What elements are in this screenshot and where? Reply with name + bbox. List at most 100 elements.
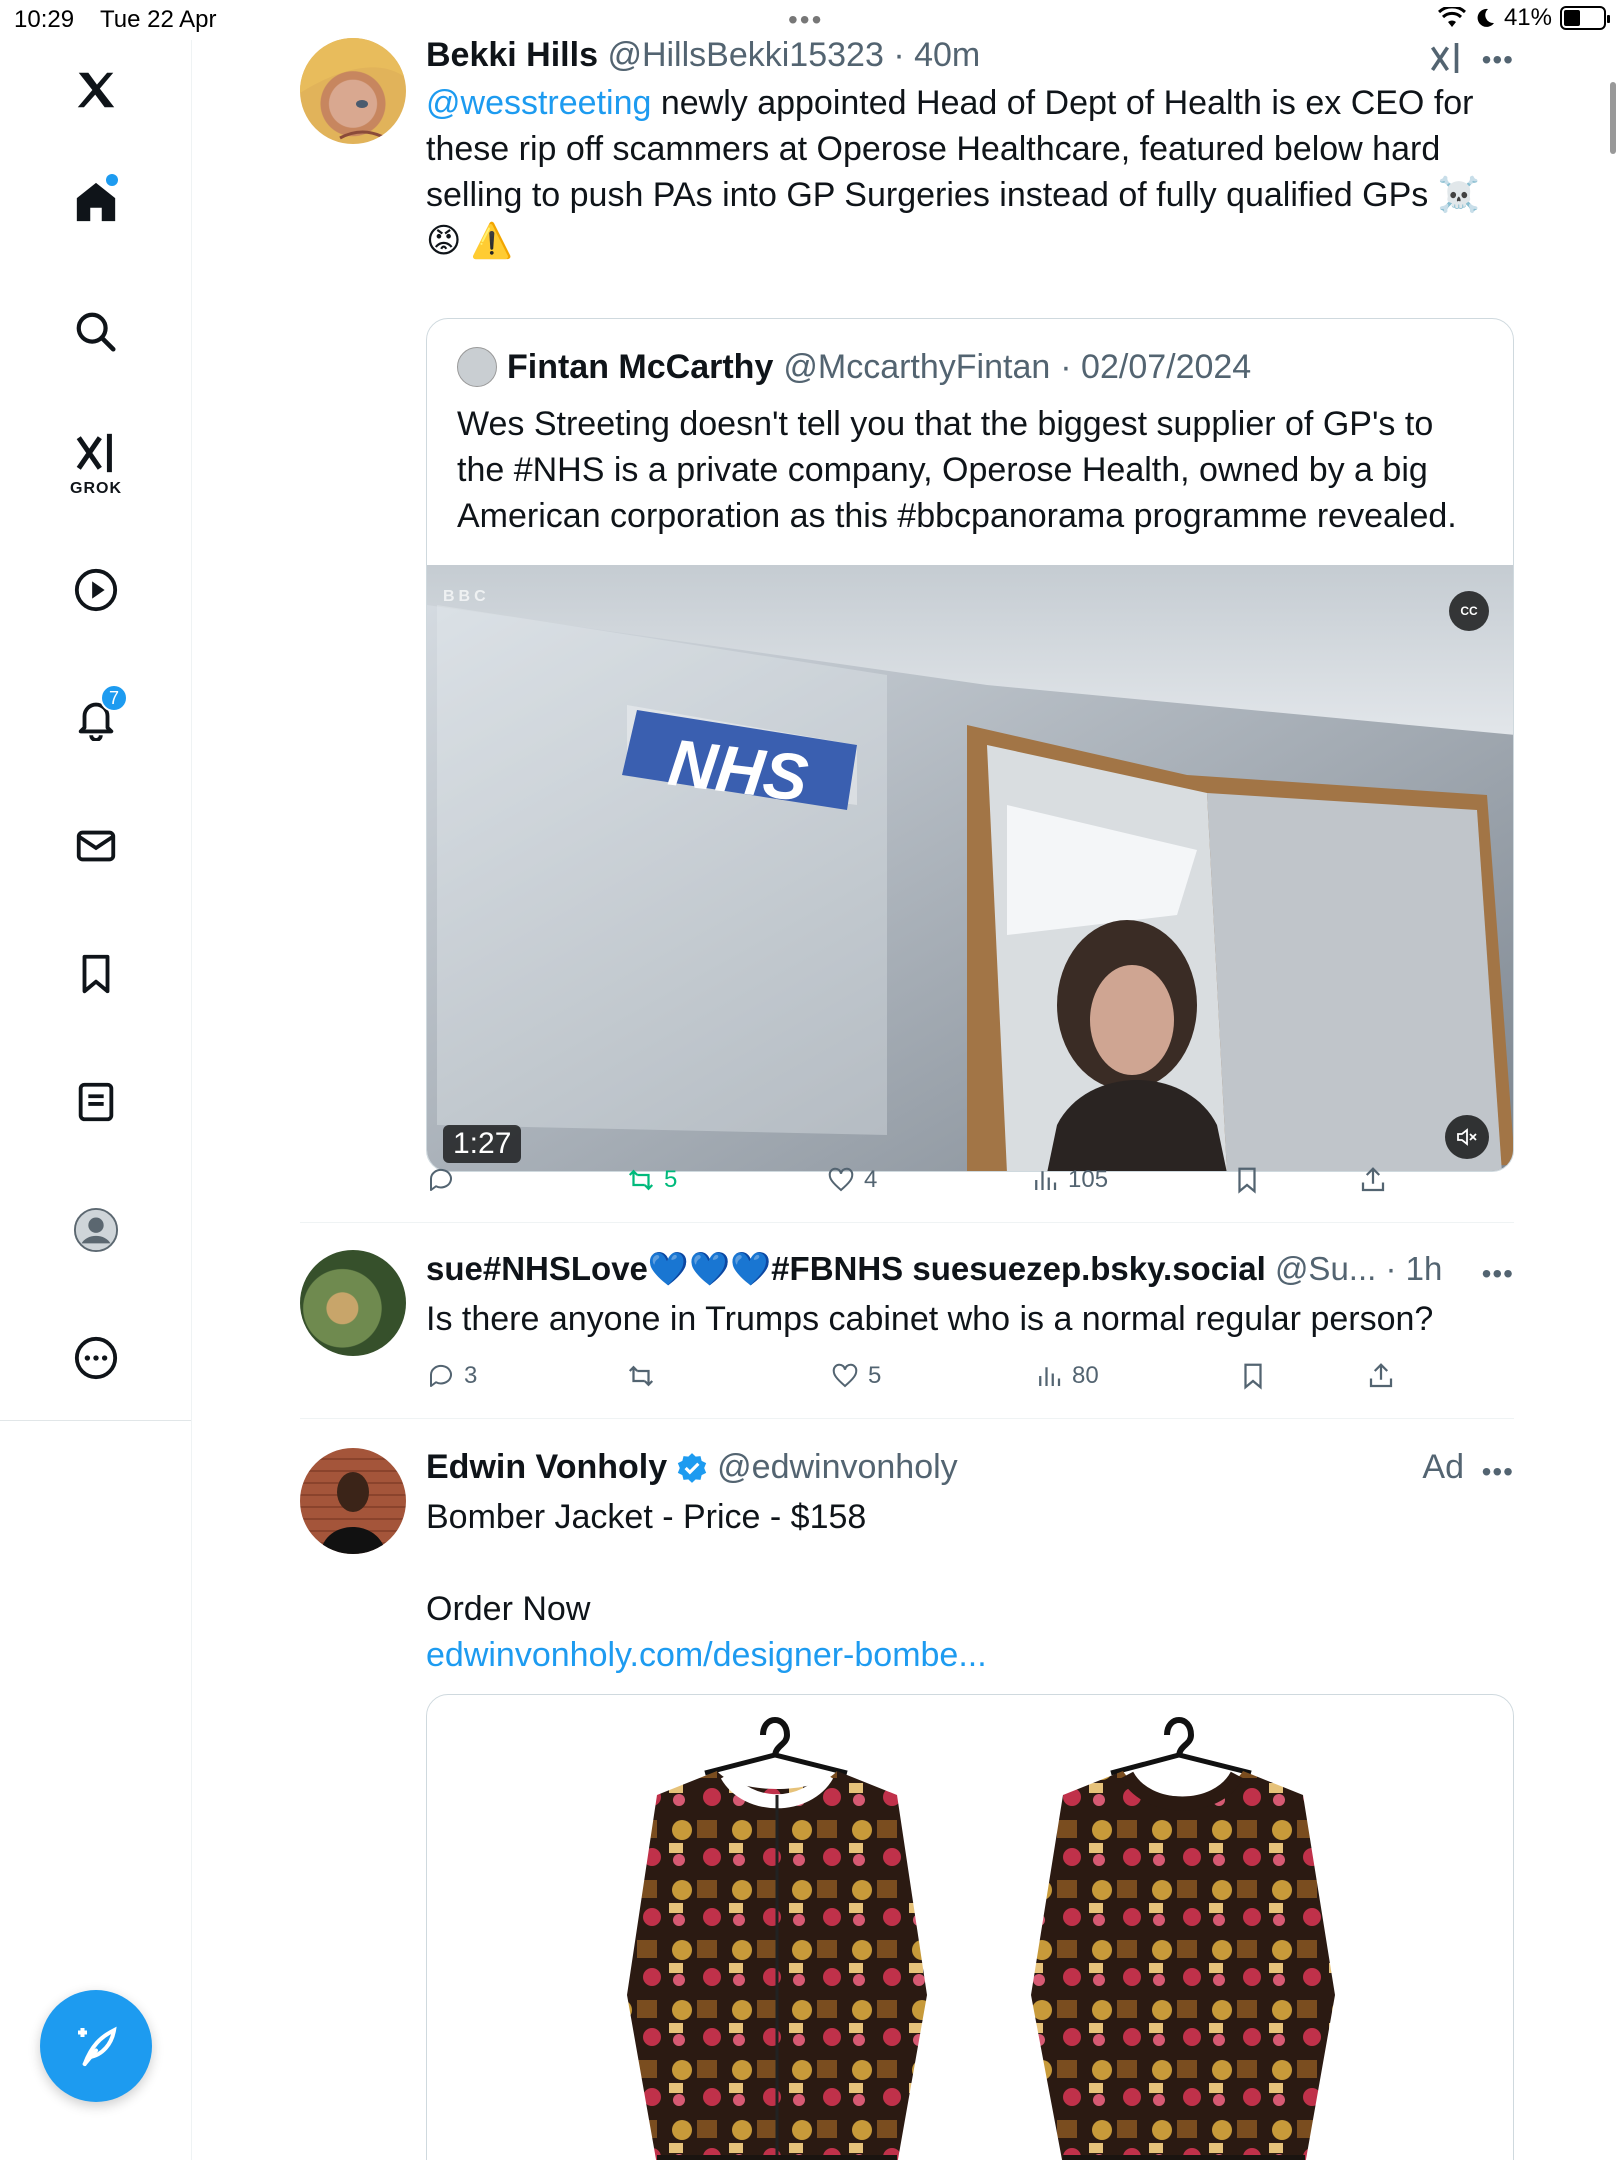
reply-icon [429,1364,452,1387]
ad-line-order: Order Now [426,1590,591,1628]
author-name[interactable]: sue#NHSLove💙💙💙#FBNHS suesuezep.bsky.soci… [426,1250,1266,1287]
reply-button[interactable]: 3 [426,1361,477,1391]
status-time: 10:29 [14,6,75,33]
sidebar-divider [0,1420,192,1421]
closed-captions-button[interactable]: CC [1449,591,1489,631]
quote-date[interactable]: · 02/07/2024 [1060,348,1251,387]
ad-link[interactable]: edwinvonholy.com/designer-bombe... [426,1632,1496,1678]
sidebar-border [191,1420,192,2160]
video-frame: NHS BBC [427,565,1513,1171]
author-handle[interactable]: @Su... [1275,1250,1376,1287]
tweet-header: sue#NHSLove💙💙💙#FBNHS suesuezep.bsky.soci… [426,1250,1442,1289]
lists-icon[interactable] [54,1060,138,1144]
video-player[interactable]: NHS BBC 1:27 CC [427,565,1513,1171]
tweet-more-icon[interactable]: ••• [1482,1456,1514,1488]
author-name[interactable]: Bekki Hills [426,36,598,74]
share-button[interactable] [1358,1165,1388,1195]
video-play-icon[interactable] [54,548,138,632]
home-icon[interactable] [54,160,138,244]
author-handle[interactable]: @edwinvonholy [717,1448,958,1487]
heart-icon [828,1167,854,1192]
reply-icon [429,1168,452,1191]
quote-author-handle[interactable]: @MccarthyFintan [783,348,1050,387]
like-button[interactable]: 5 [830,1361,881,1391]
like-count: 5 [868,1362,882,1389]
multitasking-dots-icon[interactable]: ••• [788,4,823,36]
retweet-count: 5 [664,1166,678,1193]
author-handle[interactable]: @HillsBekki15323 [607,36,883,74]
video-watermark: BBC [443,588,490,605]
notifications-bell-icon[interactable]: 7 [54,676,138,760]
grok-icon[interactable]: GROK [54,418,138,502]
tweet-actions: 3 5 80 [426,1356,1514,1396]
views-button[interactable]: 80 [1034,1361,1099,1391]
search-icon[interactable] [54,290,138,374]
notifications-badge: 7 [100,684,128,712]
like-count: 4 [864,1166,878,1193]
video-duration: 1:27 [443,1125,522,1163]
bomber-jacket-image [627,1717,1335,2160]
ad-product-image[interactable] [426,1694,1514,2160]
bookmark-button[interactable] [1232,1165,1262,1195]
reply-count: 3 [464,1362,478,1389]
views-chart-icon [1035,1171,1057,1190]
compose-feather-icon [78,2026,117,2067]
quote-text: Wes Streeting doesn't tell you that the … [457,405,1457,535]
heart-icon [832,1363,858,1388]
tweet-header: Edwin Vonholy @edwinvonholy [426,1448,958,1487]
tweet-text: Bomber Jacket - Price - $158 Order Now e… [426,1494,1496,1678]
speaker-muted-icon [1457,1128,1477,1146]
ad-line-price: Bomber Jacket - Price - $158 [426,1498,867,1536]
messages-envelope-icon[interactable] [54,804,138,888]
avatar-sue[interactable] [300,1250,406,1356]
avatar-edwin-vonholy[interactable] [300,1448,406,1554]
view-count: 105 [1068,1166,1109,1193]
tweet-time[interactable]: · 40m [893,36,980,74]
avatar-bekki-hills[interactable] [300,38,406,144]
tweet-divider [300,1222,1514,1223]
tweet-bekki-hills[interactable]: Bekki Hills @HillsBekki15323 · 40m ••• @… [300,36,1514,1194]
grok-label: GROK [70,480,122,497]
tweet-text: @wesstreeting newly appointed Head of De… [426,80,1496,264]
share-button[interactable] [1366,1361,1396,1391]
bookmark-button[interactable] [1238,1361,1268,1391]
share-icon [1369,1363,1393,1388]
wifi-icon [1437,7,1466,27]
verified-badge-icon [677,1452,707,1483]
retweet-button[interactable] [626,1361,664,1391]
status-date: Tue 22 Apr [100,6,217,33]
bookmarks-icon[interactable] [54,932,138,1016]
compose-post-button[interactable] [40,1990,152,2102]
views-chart-icon [1039,1367,1061,1386]
retweet-icon [628,1365,654,1387]
reply-button[interactable] [426,1165,464,1195]
share-icon [1361,1167,1385,1192]
tweet-more-icon[interactable]: ••• [1482,1258,1514,1290]
mention-link[interactable]: @wesstreeting [426,84,651,122]
view-count: 80 [1072,1362,1099,1389]
views-button[interactable]: 105 [1030,1165,1108,1195]
more-options-icon[interactable] [54,1316,138,1400]
battery-percent: 41% [1503,4,1552,31]
retweet-icon [628,1169,654,1191]
ad-label: Ad [1422,1448,1464,1486]
battery-icon [1560,6,1610,30]
x-logo-icon[interactable] [54,48,138,132]
quoted-tweet[interactable]: Fintan McCarthy @MccarthyFintan · 02/07/… [426,318,1514,1172]
tweet-sue[interactable]: sue#NHSLove💙💙💙#FBNHS suesuezep.bsky.soci… [300,1250,1514,1390]
retweet-button[interactable]: 5 [626,1165,677,1195]
mute-button[interactable] [1445,1115,1489,1159]
timeline-scrollbar[interactable] [1610,82,1616,154]
quote-header: Fintan McCarthy @MccarthyFintan · 02/07/… [457,347,1251,387]
grok-explain-icon[interactable] [1428,40,1464,76]
home-unread-dot [106,174,118,186]
tweet-more-icon[interactable]: ••• [1482,44,1514,76]
profile-avatar-icon[interactable] [54,1188,138,1272]
avatar-fintan-mccarthy[interactable] [457,347,497,387]
like-button[interactable]: 4 [826,1165,877,1195]
author-name[interactable]: Edwin Vonholy [426,1448,667,1487]
tweet-ad-edwin-vonholy[interactable]: Edwin Vonholy @edwinvonholy Ad ••• Bombe… [300,1448,1514,2160]
tweet-header: Bekki Hills @HillsBekki15323 · 40m [426,36,980,75]
quote-author-name[interactable]: Fintan McCarthy [507,348,773,387]
tweet-time[interactable]: · 1h [1385,1250,1442,1287]
